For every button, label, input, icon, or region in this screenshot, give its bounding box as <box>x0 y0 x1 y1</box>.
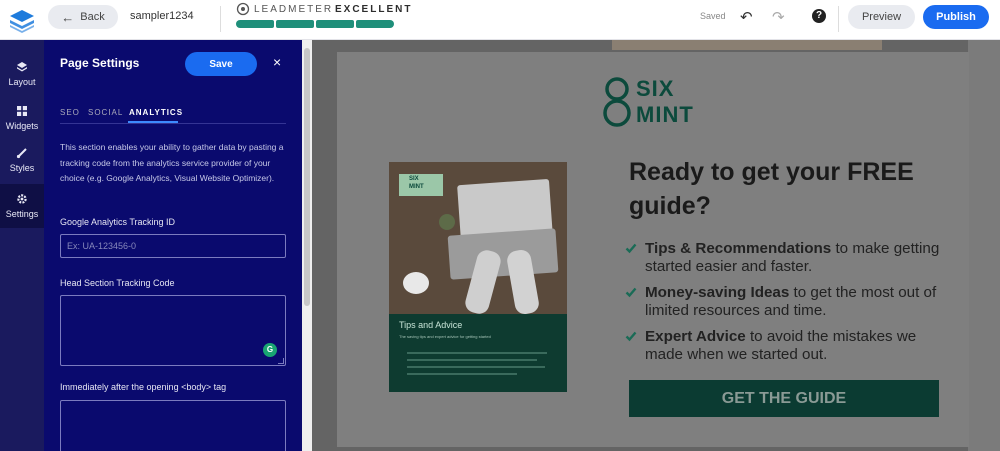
sidebar-item-label: Layout <box>8 77 36 87</box>
cover-text-line <box>407 359 537 361</box>
leadmeter-grade: EXCELLENT <box>335 4 413 15</box>
settings-tabs: SEO SOCIAL ANALYTICS <box>60 106 286 124</box>
leadmeter-label: LEADMETER <box>254 4 334 15</box>
tab-social[interactable]: SOCIAL <box>88 108 123 117</box>
logo-text-top: SIX <box>636 76 675 101</box>
sidebar-item-label: Widgets <box>5 121 39 131</box>
divider <box>220 6 221 32</box>
close-icon[interactable]: × <box>273 54 281 70</box>
leadmeter-segment <box>276 20 314 28</box>
cover-text-line <box>407 352 547 354</box>
leadmeter-segment <box>236 20 274 28</box>
sidebar-item-layout[interactable]: Layout <box>0 52 44 96</box>
sidebar-item-settings[interactable]: Settings <box>0 184 44 228</box>
guide-cover-image[interactable]: SIX MINT Tips and Advice The saving tips… <box>389 162 567 392</box>
tab-analytics[interactable]: ANALYTICS <box>129 108 183 117</box>
publish-button[interactable]: Publish <box>923 5 989 29</box>
list-item[interactable]: Expert Advice to avoid the mistakes we m… <box>625 328 955 364</box>
back-button-label: Back <box>80 11 105 23</box>
canvas-top-strip <box>612 40 882 50</box>
back-button[interactable]: ← Back <box>48 5 118 29</box>
coffee-cup-shape <box>403 272 429 294</box>
leadmeter-segment <box>316 20 354 28</box>
ga-tracking-id-input[interactable] <box>60 234 286 258</box>
cover-footer-subtitle: The saving tips and expert advice for ge… <box>399 334 491 339</box>
cover-badge-text-bottom: MINT <box>409 184 424 190</box>
brand-logo[interactable]: SIX MINT <box>602 74 712 134</box>
laptop-keyboard-shape <box>447 228 559 280</box>
app-logo-icon[interactable] <box>8 6 36 34</box>
plant-shape <box>439 214 455 230</box>
grammarly-icon[interactable]: G <box>263 343 277 357</box>
get-guide-button[interactable]: GET THE GUIDE <box>629 380 939 417</box>
landing-headline[interactable]: Ready to get your FREE guide? <box>629 156 959 223</box>
active-tab-indicator <box>128 121 178 123</box>
cover-text-line <box>407 366 545 368</box>
saved-status: Saved <box>700 11 726 21</box>
resize-handle[interactable] <box>278 358 284 364</box>
canvas-right-strip <box>968 40 1000 451</box>
bullet-bold: Expert Advice <box>645 327 746 345</box>
benefit-list: Tips & Recommendations to make getting s… <box>625 240 955 372</box>
cover-badge-text-top: SIX <box>409 176 419 182</box>
ga-label: Google Analytics Tracking ID <box>60 217 176 227</box>
page-settings-panel: Page Settings Save × SEO SOCIAL ANALYTIC… <box>44 40 302 451</box>
list-item[interactable]: Money-saving Ideas to get the most out o… <box>625 284 955 320</box>
top-bar: ← Back sampler1234 LEADMETER EXCELLENT S… <box>0 0 1000 40</box>
arrow-left-icon: ← <box>61 9 75 25</box>
divider <box>838 6 839 32</box>
panel-title: Page Settings <box>60 56 140 70</box>
head-code-textarea[interactable]: G <box>60 295 286 366</box>
page-name[interactable]: sampler1234 <box>130 10 194 22</box>
bullet-bold: Tips & Recommendations <box>645 240 832 257</box>
grid-icon <box>17 106 27 116</box>
sidebar-rail: Layout Widgets Styles Settings <box>0 40 44 451</box>
check-icon <box>625 243 637 254</box>
sidebar-item-styles[interactable]: Styles <box>0 138 44 182</box>
leadmeter-bar[interactable] <box>236 20 394 28</box>
leadmeter-icon <box>236 2 250 16</box>
logo-text-bottom: MINT <box>636 102 694 127</box>
landing-page-section[interactable]: SIX MINT SIX MINT Tips and Advice The sa… <box>337 52 969 447</box>
save-button[interactable]: Save <box>185 52 257 76</box>
editor-canvas[interactable]: SIX MINT SIX MINT Tips and Advice The sa… <box>312 40 1000 451</box>
tab-seo[interactable]: SEO <box>60 108 80 117</box>
gear-icon <box>17 194 27 204</box>
bullet-bold: Money-saving Ideas <box>645 283 790 301</box>
preview-button[interactable]: Preview <box>848 5 915 29</box>
list-item[interactable]: Tips & Recommendations to make getting s… <box>625 240 955 276</box>
check-icon <box>625 287 637 298</box>
check-icon <box>625 331 637 342</box>
eight-logo-icon <box>603 77 631 127</box>
body-code-textarea[interactable] <box>60 400 286 451</box>
panel-scrollbar[interactable] <box>302 40 312 451</box>
help-icon[interactable]: ? <box>812 9 826 23</box>
redo-icon[interactable]: ↷ <box>772 8 785 26</box>
cover-footer-title: Tips and Advice <box>399 320 463 330</box>
cover-text-line <box>407 373 517 375</box>
leadmeter-segment <box>356 20 394 28</box>
sidebar-item-label: Settings <box>5 209 39 219</box>
scrollbar-thumb[interactable] <box>304 48 310 306</box>
sidebar-item-label: Styles <box>9 163 35 173</box>
layers-icon <box>17 62 27 72</box>
sidebar-item-widgets[interactable]: Widgets <box>0 96 44 140</box>
analytics-description: This section enables your ability to gat… <box>60 142 284 184</box>
brush-icon <box>16 148 27 159</box>
body-code-label: Immediately after the opening <body> tag <box>60 382 227 392</box>
head-code-label: Head Section Tracking Code <box>60 278 175 288</box>
undo-icon[interactable]: ↶ <box>740 8 753 26</box>
